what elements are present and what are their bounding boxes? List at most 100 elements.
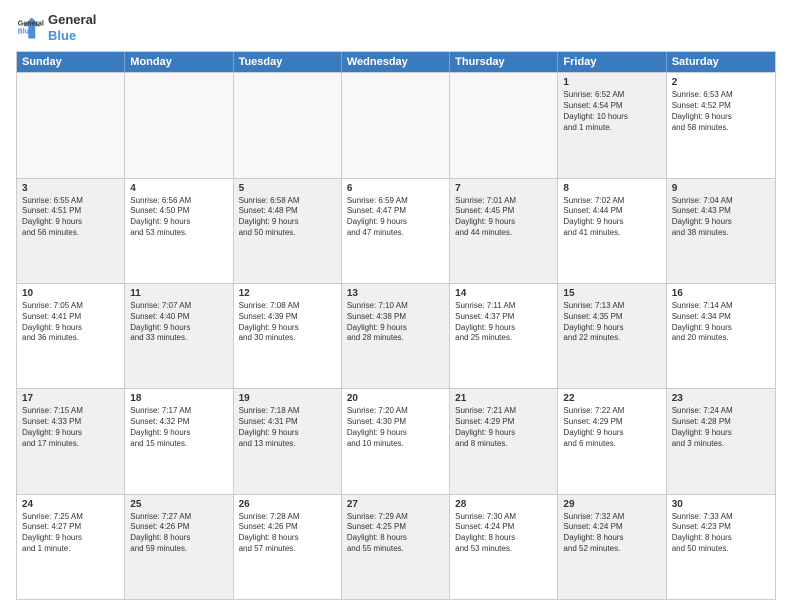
cal-cell-22: 22Sunrise: 7:22 AM Sunset: 4:29 PM Dayli… xyxy=(558,389,666,493)
cal-cell-8: 8Sunrise: 7:02 AM Sunset: 4:44 PM Daylig… xyxy=(558,179,666,283)
day-number: 4 xyxy=(130,182,227,195)
day-number: 30 xyxy=(672,498,770,511)
day-number: 27 xyxy=(347,498,444,511)
cal-cell-2: 2Sunrise: 6:53 AM Sunset: 4:52 PM Daylig… xyxy=(667,73,775,177)
cal-row-3: 10Sunrise: 7:05 AM Sunset: 4:41 PM Dayli… xyxy=(17,283,775,388)
day-detail: Sunrise: 7:28 AM Sunset: 4:26 PM Dayligh… xyxy=(239,512,336,555)
day-number: 5 xyxy=(239,182,336,195)
day-detail: Sunrise: 7:32 AM Sunset: 4:24 PM Dayligh… xyxy=(563,512,660,555)
day-detail: Sunrise: 7:05 AM Sunset: 4:41 PM Dayligh… xyxy=(22,301,119,344)
day-detail: Sunrise: 7:21 AM Sunset: 4:29 PM Dayligh… xyxy=(455,406,552,449)
calendar: SundayMondayTuesdayWednesdayThursdayFrid… xyxy=(16,51,776,600)
day-number: 8 xyxy=(563,182,660,195)
day-number: 13 xyxy=(347,287,444,300)
svg-text:General: General xyxy=(18,20,44,27)
cal-cell-15: 15Sunrise: 7:13 AM Sunset: 4:35 PM Dayli… xyxy=(558,284,666,388)
cal-cell-30: 30Sunrise: 7:33 AM Sunset: 4:23 PM Dayli… xyxy=(667,495,775,599)
cal-cell-19: 19Sunrise: 7:18 AM Sunset: 4:31 PM Dayli… xyxy=(234,389,342,493)
cal-row-5: 24Sunrise: 7:25 AM Sunset: 4:27 PM Dayli… xyxy=(17,494,775,599)
day-number: 18 xyxy=(130,392,227,405)
cal-header-sunday: Sunday xyxy=(17,52,125,72)
day-detail: Sunrise: 7:20 AM Sunset: 4:30 PM Dayligh… xyxy=(347,406,444,449)
cal-cell-7: 7Sunrise: 7:01 AM Sunset: 4:45 PM Daylig… xyxy=(450,179,558,283)
cal-cell-empty-4 xyxy=(450,73,558,177)
cal-cell-4: 4Sunrise: 6:56 AM Sunset: 4:50 PM Daylig… xyxy=(125,179,233,283)
day-number: 16 xyxy=(672,287,770,300)
day-detail: Sunrise: 6:59 AM Sunset: 4:47 PM Dayligh… xyxy=(347,196,444,239)
header: General Blue General Blue xyxy=(16,12,776,43)
day-number: 11 xyxy=(130,287,227,300)
day-detail: Sunrise: 7:15 AM Sunset: 4:33 PM Dayligh… xyxy=(22,406,119,449)
logo-text-blue: Blue xyxy=(48,28,96,44)
day-detail: Sunrise: 6:53 AM Sunset: 4:52 PM Dayligh… xyxy=(672,90,770,133)
day-detail: Sunrise: 7:33 AM Sunset: 4:23 PM Dayligh… xyxy=(672,512,770,555)
cal-cell-9: 9Sunrise: 7:04 AM Sunset: 4:43 PM Daylig… xyxy=(667,179,775,283)
day-number: 10 xyxy=(22,287,119,300)
day-detail: Sunrise: 7:11 AM Sunset: 4:37 PM Dayligh… xyxy=(455,301,552,344)
day-number: 9 xyxy=(672,182,770,195)
day-detail: Sunrise: 6:58 AM Sunset: 4:48 PM Dayligh… xyxy=(239,196,336,239)
cal-header-wednesday: Wednesday xyxy=(342,52,450,72)
cal-header-friday: Friday xyxy=(558,52,666,72)
cal-cell-empty-3 xyxy=(342,73,450,177)
cal-cell-3: 3Sunrise: 6:55 AM Sunset: 4:51 PM Daylig… xyxy=(17,179,125,283)
day-detail: Sunrise: 7:18 AM Sunset: 4:31 PM Dayligh… xyxy=(239,406,336,449)
cal-cell-11: 11Sunrise: 7:07 AM Sunset: 4:40 PM Dayli… xyxy=(125,284,233,388)
day-detail: Sunrise: 6:55 AM Sunset: 4:51 PM Dayligh… xyxy=(22,196,119,239)
day-detail: Sunrise: 7:04 AM Sunset: 4:43 PM Dayligh… xyxy=(672,196,770,239)
day-detail: Sunrise: 7:27 AM Sunset: 4:26 PM Dayligh… xyxy=(130,512,227,555)
cal-cell-29: 29Sunrise: 7:32 AM Sunset: 4:24 PM Dayli… xyxy=(558,495,666,599)
day-number: 6 xyxy=(347,182,444,195)
cal-cell-empty-0 xyxy=(17,73,125,177)
cal-cell-28: 28Sunrise: 7:30 AM Sunset: 4:24 PM Dayli… xyxy=(450,495,558,599)
cal-cell-1: 1Sunrise: 6:52 AM Sunset: 4:54 PM Daylig… xyxy=(558,73,666,177)
day-number: 1 xyxy=(563,76,660,89)
cal-cell-13: 13Sunrise: 7:10 AM Sunset: 4:38 PM Dayli… xyxy=(342,284,450,388)
cal-cell-26: 26Sunrise: 7:28 AM Sunset: 4:26 PM Dayli… xyxy=(234,495,342,599)
day-detail: Sunrise: 7:25 AM Sunset: 4:27 PM Dayligh… xyxy=(22,512,119,555)
day-number: 2 xyxy=(672,76,770,89)
cal-cell-6: 6Sunrise: 6:59 AM Sunset: 4:47 PM Daylig… xyxy=(342,179,450,283)
day-number: 20 xyxy=(347,392,444,405)
day-detail: Sunrise: 7:13 AM Sunset: 4:35 PM Dayligh… xyxy=(563,301,660,344)
day-number: 28 xyxy=(455,498,552,511)
day-number: 21 xyxy=(455,392,552,405)
cal-cell-empty-2 xyxy=(234,73,342,177)
page: General Blue General Blue SundayMondayTu… xyxy=(0,0,792,612)
day-detail: Sunrise: 7:01 AM Sunset: 4:45 PM Dayligh… xyxy=(455,196,552,239)
cal-cell-empty-1 xyxy=(125,73,233,177)
day-detail: Sunrise: 7:24 AM Sunset: 4:28 PM Dayligh… xyxy=(672,406,770,449)
day-detail: Sunrise: 6:52 AM Sunset: 4:54 PM Dayligh… xyxy=(563,90,660,133)
day-detail: Sunrise: 7:22 AM Sunset: 4:29 PM Dayligh… xyxy=(563,406,660,449)
cal-row-2: 3Sunrise: 6:55 AM Sunset: 4:51 PM Daylig… xyxy=(17,178,775,283)
cal-cell-10: 10Sunrise: 7:05 AM Sunset: 4:41 PM Dayli… xyxy=(17,284,125,388)
cal-cell-17: 17Sunrise: 7:15 AM Sunset: 4:33 PM Dayli… xyxy=(17,389,125,493)
day-number: 19 xyxy=(239,392,336,405)
day-number: 26 xyxy=(239,498,336,511)
day-detail: Sunrise: 7:08 AM Sunset: 4:39 PM Dayligh… xyxy=(239,301,336,344)
cal-row-4: 17Sunrise: 7:15 AM Sunset: 4:33 PM Dayli… xyxy=(17,388,775,493)
cal-cell-24: 24Sunrise: 7:25 AM Sunset: 4:27 PM Dayli… xyxy=(17,495,125,599)
cal-cell-14: 14Sunrise: 7:11 AM Sunset: 4:37 PM Dayli… xyxy=(450,284,558,388)
day-detail: Sunrise: 7:14 AM Sunset: 4:34 PM Dayligh… xyxy=(672,301,770,344)
cal-header-monday: Monday xyxy=(125,52,233,72)
day-detail: Sunrise: 7:07 AM Sunset: 4:40 PM Dayligh… xyxy=(130,301,227,344)
day-number: 7 xyxy=(455,182,552,195)
cal-cell-12: 12Sunrise: 7:08 AM Sunset: 4:39 PM Dayli… xyxy=(234,284,342,388)
day-number: 24 xyxy=(22,498,119,511)
day-number: 29 xyxy=(563,498,660,511)
cal-cell-25: 25Sunrise: 7:27 AM Sunset: 4:26 PM Dayli… xyxy=(125,495,233,599)
day-detail: Sunrise: 7:10 AM Sunset: 4:38 PM Dayligh… xyxy=(347,301,444,344)
day-number: 22 xyxy=(563,392,660,405)
day-number: 3 xyxy=(22,182,119,195)
cal-cell-27: 27Sunrise: 7:29 AM Sunset: 4:25 PM Dayli… xyxy=(342,495,450,599)
day-detail: Sunrise: 7:02 AM Sunset: 4:44 PM Dayligh… xyxy=(563,196,660,239)
day-detail: Sunrise: 7:29 AM Sunset: 4:25 PM Dayligh… xyxy=(347,512,444,555)
day-number: 14 xyxy=(455,287,552,300)
day-detail: Sunrise: 7:17 AM Sunset: 4:32 PM Dayligh… xyxy=(130,406,227,449)
day-detail: Sunrise: 6:56 AM Sunset: 4:50 PM Dayligh… xyxy=(130,196,227,239)
cal-header-tuesday: Tuesday xyxy=(234,52,342,72)
cal-header-saturday: Saturday xyxy=(667,52,775,72)
day-detail: Sunrise: 7:30 AM Sunset: 4:24 PM Dayligh… xyxy=(455,512,552,555)
day-number: 23 xyxy=(672,392,770,405)
